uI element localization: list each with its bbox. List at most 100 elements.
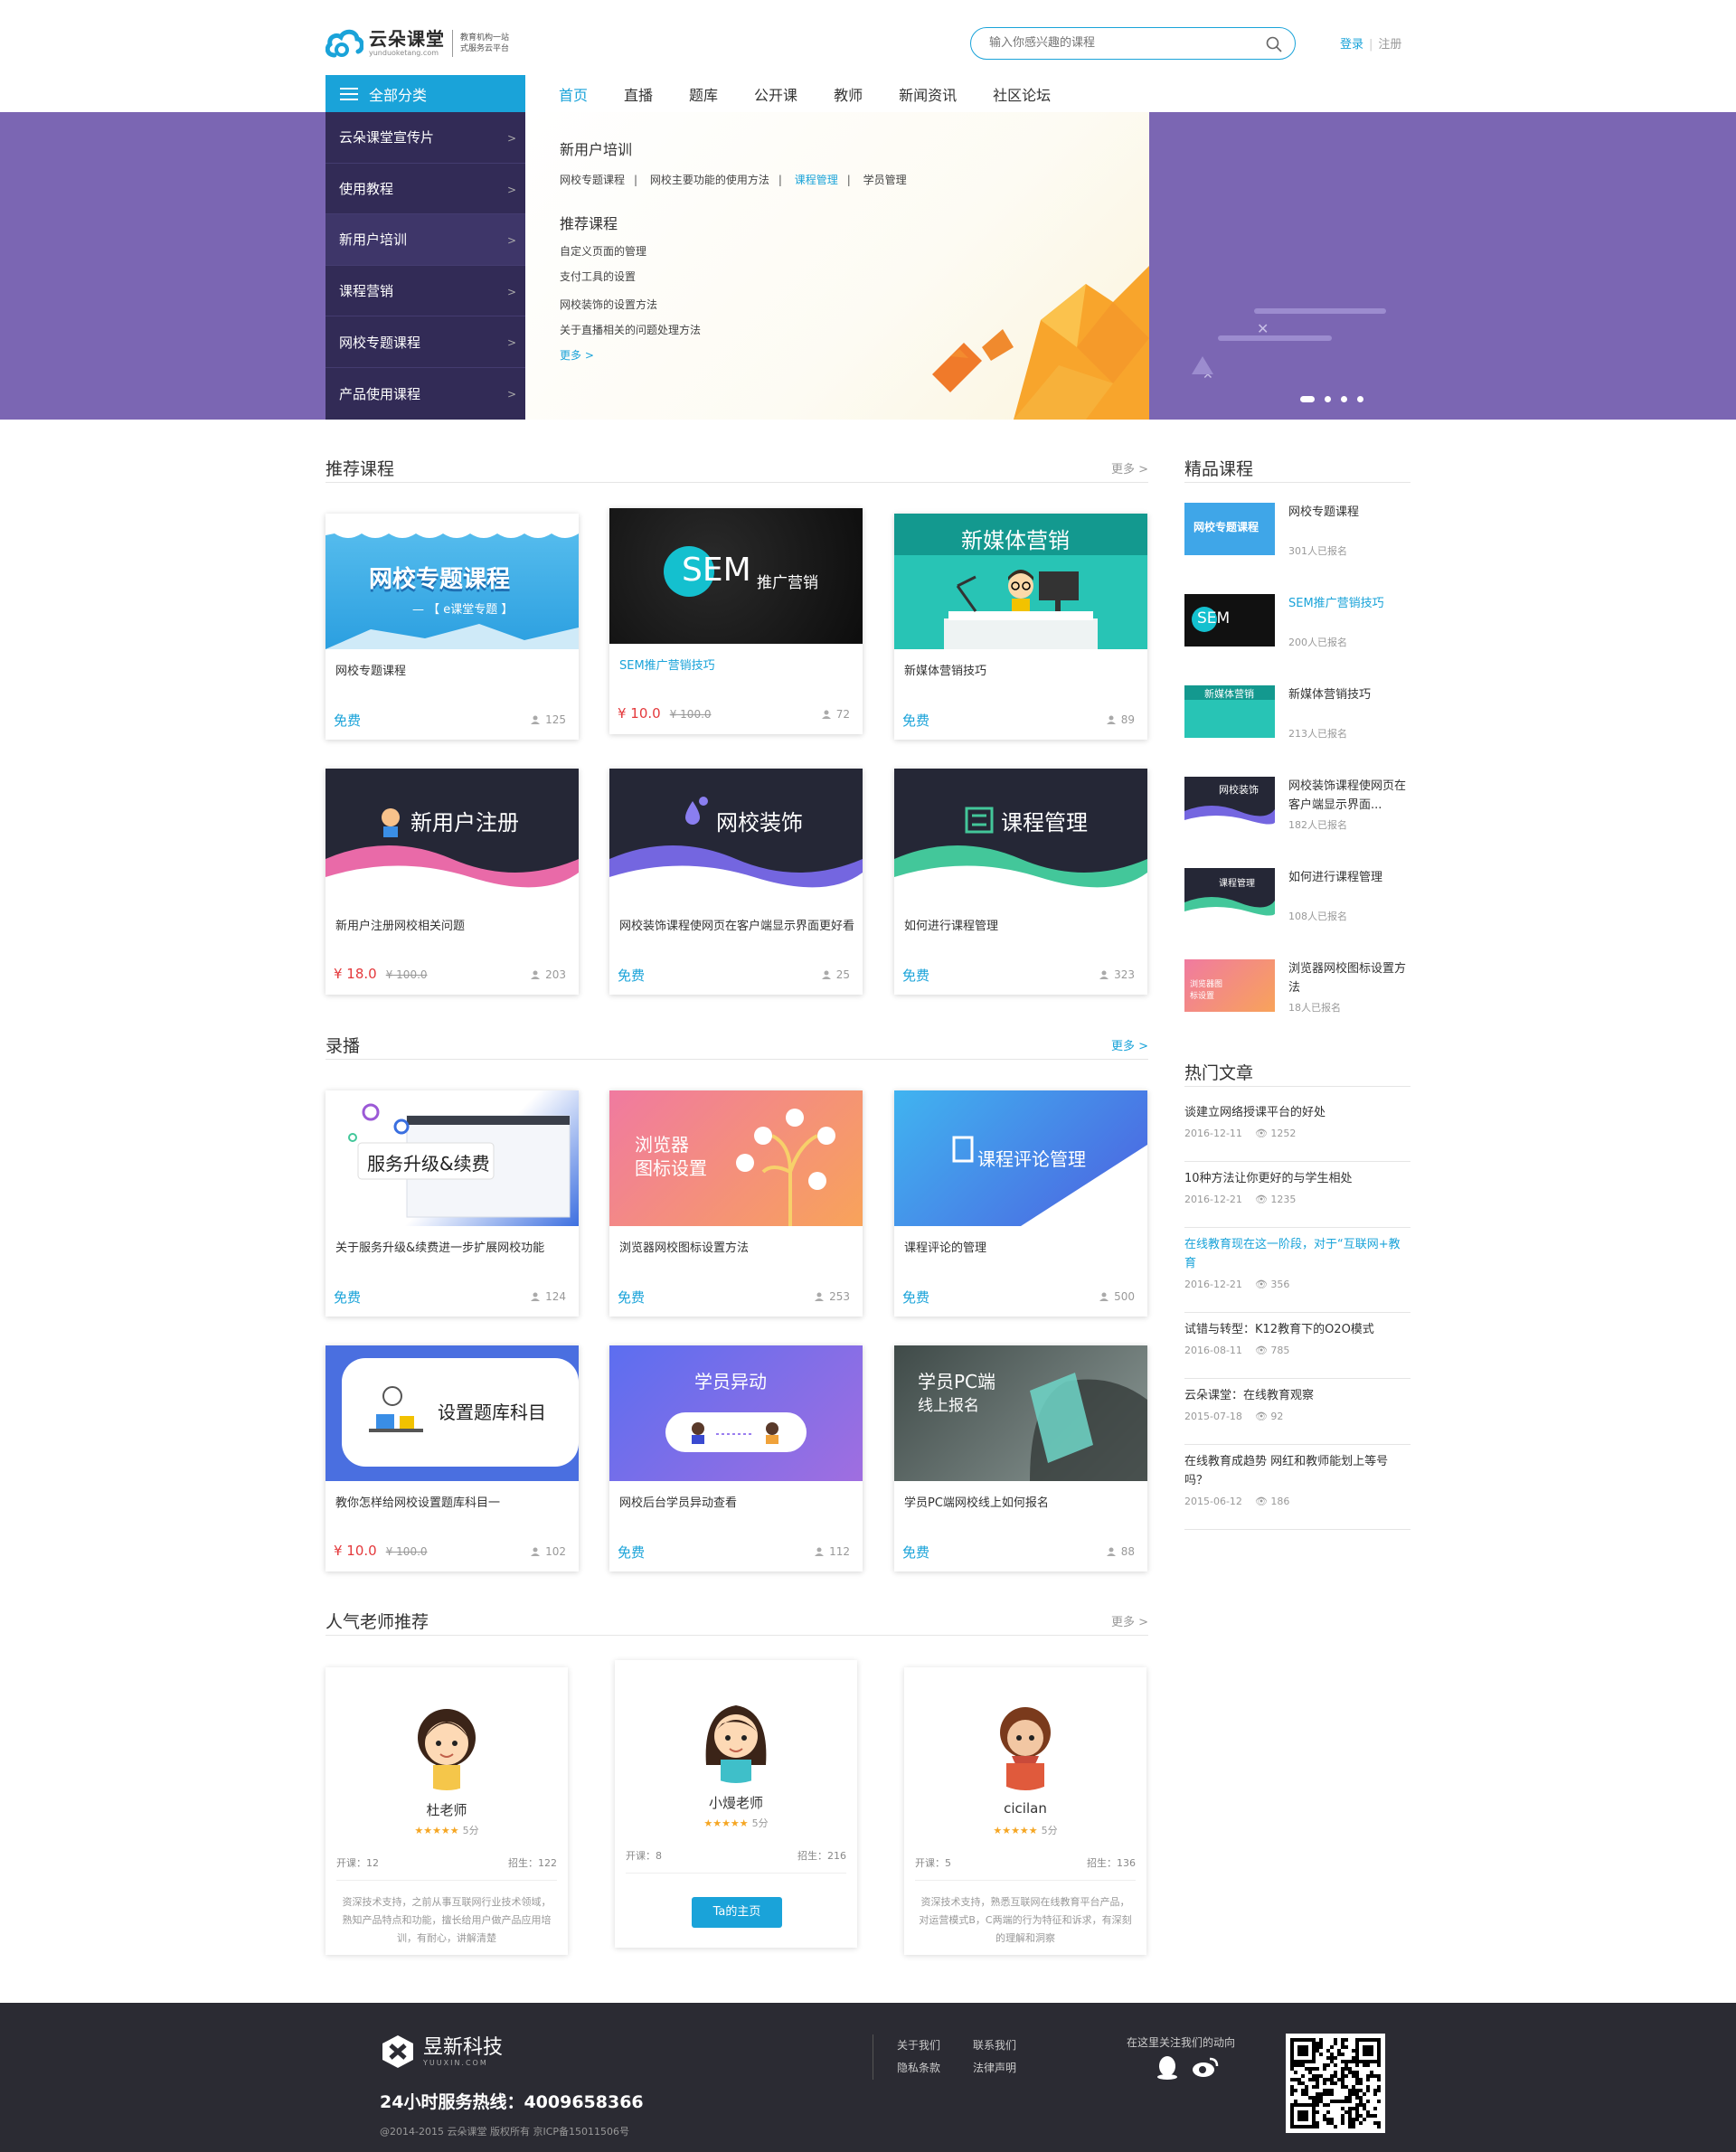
dropdown-link[interactable]: 网校主要功能的使用方法 — [650, 174, 769, 186]
carousel-dot[interactable] — [1357, 396, 1363, 402]
carousel-dot[interactable] — [1341, 396, 1347, 402]
course-card[interactable]: 学员异动 网校后台学员异动查看 免费 112 — [609, 1345, 863, 1572]
course-title[interactable]: 课程评论的管理 — [904, 1239, 1139, 1258]
course-card[interactable]: 学员PC端 线上报名 学员PC端网校线上如何报名 免费 88 — [894, 1345, 1147, 1572]
footer-link-privacy[interactable]: 隐私条款 — [897, 2057, 973, 2080]
qq-icon[interactable] — [1156, 2055, 1179, 2081]
nav-open-course[interactable]: 公开课 — [754, 83, 797, 105]
course-card[interactable]: 设置题库科目 教你怎样给网校设置题库科目一 ¥ 10.0 ¥ 100.0 102 — [326, 1345, 579, 1572]
dropdown-link[interactable]: 网校专题课程 — [560, 174, 625, 186]
dropdown-more-link[interactable]: 更多 > — [560, 347, 594, 363]
course-title[interactable]: 网校专题课程 — [335, 662, 571, 681]
course-card[interactable]: 服务升级&续费 关于服务升级&续费进一步扩展网校功能 免费 124 — [326, 1090, 579, 1317]
footer-logo[interactable]: 昱新科技 YUUXIN.COM — [380, 2034, 503, 2070]
dropdown-link[interactable]: 学员管理 — [863, 174, 907, 186]
course-title[interactable]: 新媒体营销技巧 — [904, 662, 1139, 681]
course-card[interactable]: 课程管理 如何进行课程管理 免费 323 — [894, 769, 1147, 995]
course-title[interactable]: 教你怎样给网校设置题库科目一 — [335, 1494, 571, 1513]
course-card[interactable]: 新媒体营销 新媒体营销技巧 免费 89 — [894, 514, 1147, 740]
carousel-dot[interactable] — [1300, 396, 1315, 402]
register-link[interactable]: 注册 — [1378, 38, 1401, 52]
article-item[interactable]: 在线教育现在这一阶段，对于“互联网+教育 2016-12-21 👁 356 — [1184, 1235, 1410, 1313]
dropdown-rec-link[interactable]: 自定义页面的管理 — [560, 243, 646, 259]
teacher-name[interactable]: cicilan — [904, 1800, 1146, 1817]
premium-course-item[interactable]: 课程管理 如何进行课程管理 108人已报名 — [1184, 868, 1410, 930]
article-title[interactable]: 谈建立网络授课平台的好处 — [1184, 1103, 1410, 1122]
search-input[interactable] — [989, 36, 1260, 50]
sidebar-item-special-courses[interactable]: 网校专题课程 > — [326, 316, 525, 368]
course-card[interactable]: SEM 推广营销 SEM推广营销技巧 ¥ 10.0 ¥ 100.0 72 — [609, 508, 863, 734]
teacher-card[interactable]: 小熳老师 ★★★★★ 5分 开课：8 招生：216 Ta的主页 — [615, 1660, 857, 1948]
more-link[interactable]: 更多 > — [1111, 1036, 1148, 1053]
teacher-card[interactable]: cicilan ★★★★★ 5分 开课：5 招生：136 资深技术支持，熟悉互联网在… — [904, 1667, 1146, 1955]
nav-home[interactable]: 首页 — [559, 83, 588, 105]
all-categories-button[interactable]: 全部分类 — [326, 75, 525, 112]
teacher-name[interactable]: 小熳老师 — [615, 1793, 857, 1812]
search-icon[interactable] — [1266, 36, 1282, 52]
premium-title[interactable]: 网校专题课程 — [1288, 503, 1410, 522]
course-title[interactable]: 网校后台学员异动查看 — [619, 1494, 854, 1513]
teacher-card[interactable]: 杜老师 ★★★★★ 5分 开课：12 招生：122 资深技术支持，之前从事互联网行业… — [326, 1667, 568, 1955]
article-title[interactable]: 在线教育成趋势 网红和教师能划上等号吗？ — [1184, 1452, 1410, 1490]
teacher-homepage-button[interactable]: Ta的主页 — [692, 1897, 782, 1928]
nav-live[interactable]: 直播 — [624, 83, 653, 105]
course-title[interactable]: 如何进行课程管理 — [904, 917, 1139, 936]
premium-course-item[interactable]: 浏览器图标设置 浏览器网校图标设置方法 18人已报名 — [1184, 959, 1410, 1021]
article-item[interactable]: 在线教育成趋势 网红和教师能划上等号吗？ 2015-06-12 👁 186 — [1184, 1452, 1410, 1530]
course-title[interactable]: 浏览器网校图标设置方法 — [619, 1239, 854, 1258]
premium-thumb: 网校装饰 — [1184, 777, 1275, 829]
more-link[interactable]: 更多 > — [1111, 459, 1148, 477]
article-item[interactable]: 试错与转型：K12教育下的O2O模式 2016-08-11 👁 785 — [1184, 1320, 1410, 1379]
nav-news[interactable]: 新闻资讯 — [899, 83, 957, 105]
premium-course-item[interactable]: 网校专题课程 网校专题课程 301人已报名 — [1184, 503, 1410, 564]
dropdown-rec-link[interactable]: 支付工具的设置 — [560, 269, 636, 284]
site-logo[interactable]: 云朵课堂 yunduoketang.com 教育机构一站 式服务云平台 — [326, 28, 509, 59]
footer-link-contact[interactable]: 联系我们 — [973, 2034, 1049, 2057]
weibo-icon[interactable] — [1192, 2055, 1219, 2079]
teacher-name[interactable]: 杜老师 — [326, 1800, 568, 1819]
more-link[interactable]: 更多 > — [1111, 1612, 1148, 1629]
premium-title[interactable]: 如何进行课程管理 — [1288, 868, 1410, 887]
premium-title[interactable]: 新媒体营销技巧 — [1288, 685, 1410, 704]
premium-title[interactable]: 浏览器网校图标设置方法 — [1288, 959, 1410, 997]
course-card[interactable]: 网校专题课程 — 【 e课堂专题 】 网校专题课程 免费 125 — [326, 514, 579, 740]
course-card[interactable]: 网校装饰 网校装饰课程使网页在客户端显示界面更好看 免费 25 — [609, 769, 863, 995]
search-box[interactable] — [970, 27, 1296, 60]
article-title[interactable]: 10种方法让你更好的与学生相处 — [1184, 1169, 1410, 1188]
course-title[interactable]: 网校装饰课程使网页在客户端显示界面更好看 — [619, 917, 854, 936]
dropdown-rec-link[interactable]: 网校装饰的设置方法 — [560, 297, 657, 312]
nav-forum[interactable]: 社区论坛 — [993, 83, 1051, 105]
footer-link-about[interactable]: 关于我们 — [897, 2034, 973, 2057]
course-title[interactable]: SEM推广营销技巧 — [619, 656, 854, 675]
premium-title[interactable]: SEM推广营销技巧 — [1288, 594, 1410, 613]
premium-course-item[interactable]: SEM SEM推广营销技巧 200人已报名 — [1184, 594, 1410, 656]
carousel-dot[interactable] — [1325, 396, 1331, 402]
article-title[interactable]: 试错与转型：K12教育下的O2O模式 — [1184, 1320, 1410, 1339]
article-title[interactable]: 云朵课堂：在线教育观察 — [1184, 1386, 1410, 1405]
course-card[interactable]: 浏览器 图标设置 浏览器网校图标设置方法 免费 253 — [609, 1090, 863, 1317]
sidebar-item-product-courses[interactable]: 产品使用课程 > — [326, 368, 525, 420]
premium-course-item[interactable]: 新媒体营销 新媒体营销技巧 213人已报名 — [1184, 685, 1410, 747]
article-item[interactable]: 云朵课堂：在线教育观察 2015-07-18 👁 92 — [1184, 1386, 1410, 1445]
sidebar-item-promo-video[interactable]: 云朵课堂宣传片 > — [326, 112, 525, 164]
article-item[interactable]: 谈建立网络授课平台的好处 2016-12-11 👁 1252 — [1184, 1103, 1410, 1162]
login-link[interactable]: 登录 — [1340, 38, 1363, 52]
sidebar-item-tutorial[interactable]: 使用教程 > — [326, 164, 525, 215]
article-title[interactable]: 在线教育现在这一阶段，对于“互联网+教育 — [1184, 1235, 1410, 1273]
course-title[interactable]: 学员PC端网校线上如何报名 — [904, 1494, 1139, 1513]
nav-teachers[interactable]: 教师 — [834, 83, 863, 105]
course-title[interactable]: 关于服务升级&续费进一步扩展网校功能 — [335, 1239, 571, 1258]
student-count: 112 — [815, 1545, 850, 1558]
footer-link-legal[interactable]: 法律声明 — [973, 2057, 1049, 2080]
sidebar-item-new-user-training[interactable]: 新用户培训 > — [326, 214, 525, 266]
premium-title[interactable]: 网校装饰课程使网页在客户端显示界面... — [1288, 777, 1410, 815]
nav-question-bank[interactable]: 题库 — [689, 83, 718, 105]
article-item[interactable]: 10种方法让你更好的与学生相处 2016-12-21 👁 1235 — [1184, 1169, 1410, 1228]
course-title[interactable]: 新用户注册网校相关问题 — [335, 917, 571, 936]
course-card[interactable]: 课程评论管理 课程评论的管理 免费 500 — [894, 1090, 1147, 1317]
dropdown-rec-link[interactable]: 关于直播相关的问题处理方法 — [560, 322, 701, 337]
sidebar-item-marketing[interactable]: 课程营销 > — [326, 266, 525, 317]
dropdown-link-active[interactable]: 课程管理 — [795, 174, 838, 186]
course-card[interactable]: 新用户注册 新用户注册网校相关问题 ¥ 18.0 ¥ 100.0 203 — [326, 769, 579, 995]
premium-course-item[interactable]: 网校装饰 网校装饰课程使网页在客户端显示界面... 182人已报名 — [1184, 777, 1410, 838]
